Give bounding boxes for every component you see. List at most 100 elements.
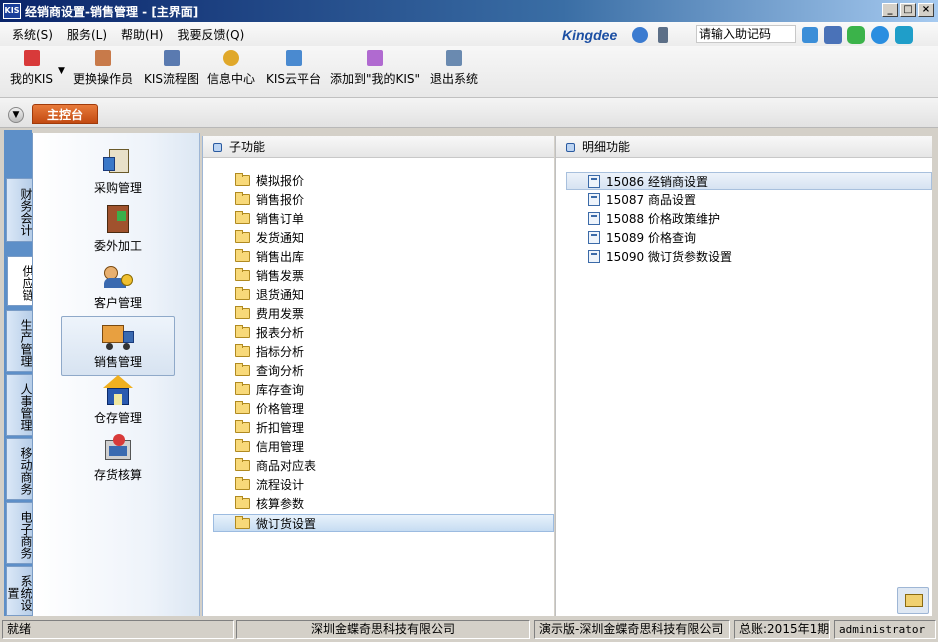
folder-item[interactable]: 折扣管理: [235, 419, 304, 437]
status-ready: 就绪: [2, 620, 234, 639]
module-outsource[interactable]: 委外加工: [61, 203, 175, 254]
detail-code: 15090: [606, 250, 645, 264]
kingdee-logo: Kingdee: [562, 27, 618, 43]
add-to-my-kis-label: 添加到"我的KIS": [330, 72, 421, 86]
folder-item[interactable]: 费用发票: [235, 305, 304, 323]
folder-icon: [235, 401, 250, 414]
menu-system[interactable]: 系统(S): [12, 26, 53, 43]
module-sales[interactable]: 销售管理: [61, 316, 175, 376]
kis-flowchart-button[interactable]: KIS流程图: [144, 50, 199, 87]
folder-label: 商品对应表: [256, 459, 317, 473]
menu-service[interactable]: 服务(L): [67, 26, 107, 43]
folder-item[interactable]: 销售发票: [235, 267, 304, 285]
detail-item[interactable]: 15090 微订货参数设置: [588, 248, 732, 266]
detail-code: 15089: [606, 231, 645, 245]
monitor-icon[interactable]: [895, 26, 913, 44]
tab-hr[interactable]: 人事管理: [6, 374, 33, 436]
folder-label: 信用管理: [256, 440, 305, 454]
folder-item[interactable]: 销售订单: [235, 210, 304, 228]
tab-mobile-commerce[interactable]: 移动商务: [6, 438, 33, 500]
detail-label: 商品设置: [648, 193, 697, 207]
module-customer-label: 客户管理: [93, 296, 142, 310]
exit-system-button[interactable]: 退出系统: [430, 50, 478, 87]
cloud-platform-icon: [285, 50, 302, 66]
module-purchase[interactable]: 采购管理: [61, 145, 175, 196]
folder-item[interactable]: 库存查询: [235, 381, 304, 399]
browser-icon[interactable]: [871, 26, 889, 44]
folder-item[interactable]: 信用管理: [235, 438, 304, 456]
detail-item[interactable]: 15088 价格政策维护: [588, 210, 720, 228]
tab-system-settings[interactable]: 系统设置: [6, 566, 32, 616]
module-warehouse[interactable]: 仓存管理: [61, 375, 175, 426]
chat-icon[interactable]: [632, 27, 648, 43]
folder-icon: [235, 249, 250, 262]
title-bar: KIS 经销商设置-销售管理 - [主界面] _ □ ×: [0, 0, 938, 22]
wechat-icon[interactable]: [847, 26, 865, 44]
document-icon: [588, 175, 600, 188]
folder-item[interactable]: 流程设计: [235, 476, 304, 494]
minimize-button[interactable]: _: [882, 3, 898, 17]
my-kis-dropdown[interactable]: ▼: [58, 66, 65, 76]
folder-label: 指标分析: [256, 345, 305, 359]
module-panel: 采购管理 委外加工 客户管理 销售管理 仓存管理 存货核算: [32, 133, 200, 616]
folder-icon: [235, 230, 250, 243]
purchase-icon: [101, 145, 135, 177]
my-kis-button[interactable]: 我的KIS: [10, 50, 53, 87]
go-arrow-icon[interactable]: [802, 27, 818, 43]
mobile-icon[interactable]: [658, 27, 668, 43]
mail-button[interactable]: [897, 587, 929, 614]
module-customer[interactable]: 客户管理: [61, 260, 175, 311]
change-operator-button[interactable]: 更换操作员: [73, 50, 133, 87]
document-icon: [588, 231, 600, 244]
kis-cloud-label: KIS云平台: [266, 72, 322, 86]
outsource-icon: [101, 203, 135, 235]
kis-cloud-button[interactable]: KIS云平台: [266, 50, 321, 87]
add-to-my-kis-button[interactable]: 添加到"我的KIS": [330, 50, 420, 87]
folder-icon: [235, 173, 250, 186]
change-operator-label: 更换操作员: [73, 72, 134, 86]
tab-console[interactable]: 主控台: [32, 104, 98, 124]
folder-label: 报表分析: [256, 326, 305, 340]
tab-production[interactable]: 生产管理: [6, 310, 33, 372]
folder-item[interactable]: 查询分析: [235, 362, 304, 380]
tab-finance[interactable]: 财务会计: [6, 178, 33, 242]
folder-icon: [235, 211, 250, 224]
chevron-down-icon[interactable]: ▼: [8, 107, 24, 123]
console-tab-bar: ▼ 主控台: [0, 98, 938, 128]
users-icon: [95, 50, 111, 66]
tab-supply-chain[interactable]: 供应链: [7, 256, 35, 306]
folder-item[interactable]: 微订货设置: [213, 514, 554, 532]
folder-label: 查询分析: [256, 364, 305, 378]
detail-item[interactable]: 15086 经销商设置: [566, 172, 932, 190]
module-inventory-calc[interactable]: 存货核算: [61, 432, 175, 483]
tab-e-commerce[interactable]: 电子商务: [6, 502, 33, 564]
folder-item[interactable]: 模拟报价: [235, 172, 304, 190]
detail-item[interactable]: 15089 价格查询: [588, 229, 696, 247]
warehouse-icon: [101, 375, 135, 407]
document-icon: [588, 212, 600, 225]
folder-item[interactable]: 发货通知: [235, 229, 304, 247]
folder-item[interactable]: 销售报价: [235, 191, 304, 209]
detail-item[interactable]: 15087 商品设置: [588, 191, 696, 209]
folder-item[interactable]: 指标分析: [235, 343, 304, 361]
folder-item[interactable]: 销售出库: [235, 248, 304, 266]
search-input[interactable]: 请输入助记码: [696, 25, 796, 43]
folder-item[interactable]: 商品对应表: [235, 457, 316, 475]
maximize-button[interactable]: □: [900, 3, 916, 17]
folder-item[interactable]: 核算参数: [235, 495, 304, 513]
module-purchase-label: 采购管理: [93, 181, 142, 195]
folder-item[interactable]: 退货通知: [235, 286, 304, 304]
add-favorite-icon: [367, 50, 384, 66]
detail-label: 价格查询: [648, 231, 697, 245]
folder-item[interactable]: 价格管理: [235, 400, 304, 418]
folder-item[interactable]: 报表分析: [235, 324, 304, 342]
folder-icon: [235, 363, 250, 376]
message-icon[interactable]: [824, 26, 842, 44]
info-center-button[interactable]: 信息中心: [207, 50, 255, 87]
folder-icon: [235, 458, 250, 471]
folder-icon: [235, 420, 250, 433]
menu-feedback[interactable]: 我要反馈(Q): [177, 26, 244, 43]
close-button[interactable]: ×: [918, 3, 934, 17]
folder-icon: [235, 382, 250, 395]
menu-help[interactable]: 帮助(H): [121, 26, 163, 43]
